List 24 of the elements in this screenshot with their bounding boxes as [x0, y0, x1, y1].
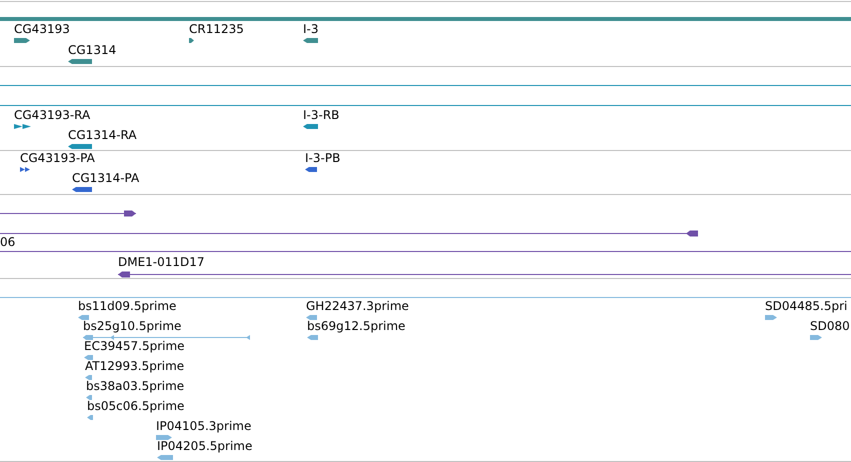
feature-label: CG1314 — [68, 43, 116, 57]
feature-label: I-3-RB — [303, 108, 340, 122]
feature-label: I-3-PB — [305, 151, 340, 165]
feature-label: AT12993.5prime — [85, 359, 184, 373]
feature-label: CG43193 — [14, 22, 70, 36]
feature-label: EC39457.5prime — [84, 339, 185, 353]
feature-label: bs11d09.5prime — [78, 299, 176, 313]
feature-label: bs05c06.5prime — [87, 399, 184, 413]
feature-label: CG43193-PA — [20, 151, 95, 165]
feature-label: bs69g12.5prime — [307, 319, 406, 333]
feature-label: IP04105.3prime — [156, 419, 252, 433]
feature-label: CG1314-RA — [68, 128, 137, 142]
feature-label: IP04205.5prime — [157, 439, 252, 453]
feature-label: CG1314-PA — [72, 171, 140, 185]
feature-label: 06 — [0, 235, 16, 249]
feature-label: I-3 — [303, 22, 319, 36]
feature-label: bs38a03.5prime — [86, 379, 184, 393]
feature-label: bs25g10.5prime — [83, 319, 182, 333]
feature-label: CR11235 — [189, 22, 244, 36]
feature-label: SD04485.5pri — [765, 299, 848, 313]
feature-label: GH22437.3prime — [306, 299, 409, 313]
feature-label: SD080 — [810, 319, 850, 333]
feature-label: DME1-011D17 — [118, 255, 205, 269]
feature-label: CG43193-RA — [14, 108, 90, 122]
